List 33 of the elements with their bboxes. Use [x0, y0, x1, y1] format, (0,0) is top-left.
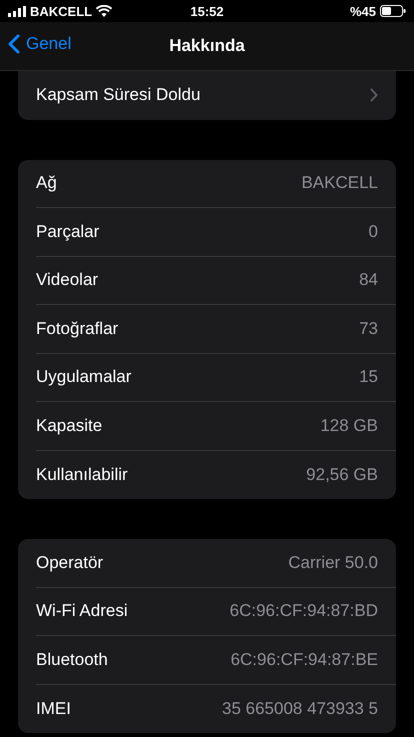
chevron-left-icon [8, 34, 20, 54]
row-value: 73 [359, 318, 378, 339]
settings-row[interactable]: Kapsam Süresi Doldu [36, 71, 396, 120]
row-value: BAKCELL [301, 173, 378, 194]
wifi-icon [96, 5, 112, 17]
row-value: 84 [359, 270, 378, 290]
row-label: Operatör [36, 552, 104, 573]
row-value: 6C:96:CF:94:87:BD [230, 601, 378, 622]
row-label: Bluetooth [36, 650, 108, 670]
chevron-right-icon [370, 88, 378, 102]
row-label: Fotoğraflar [36, 318, 118, 339]
row-value: 0 [368, 222, 378, 242]
row-value: 92,56 GB [306, 464, 378, 485]
row-label: Parçalar [36, 222, 100, 242]
row-value: 15 [359, 367, 378, 388]
row-value: 6C:96:CF:94:87:BE [230, 650, 378, 670]
row-label: Uygulamalar [36, 367, 132, 388]
row-label: Ağ [36, 173, 57, 194]
row-label: IMEI [36, 698, 71, 719]
battery-percent: %45 [350, 4, 376, 18]
row-value: 128 GB [320, 416, 378, 436]
battery-icon [380, 5, 406, 17]
back-button[interactable]: Genel [8, 34, 72, 54]
row-label: Wi-Fi Adresi [36, 601, 128, 622]
signal-icon [8, 6, 26, 16]
row-label: Kapasite [36, 416, 102, 436]
row-value: 35 665008 473933 5 [222, 698, 378, 719]
carrier-name: BAKCELL [30, 4, 92, 18]
row-label: Kullanılabilir [36, 464, 128, 485]
status-time: 15:52 [190, 4, 224, 18]
row-value: Carrier 50.0 [288, 552, 378, 573]
row-label: Videolar [36, 270, 98, 290]
page-title: Hakkında [169, 36, 245, 56]
